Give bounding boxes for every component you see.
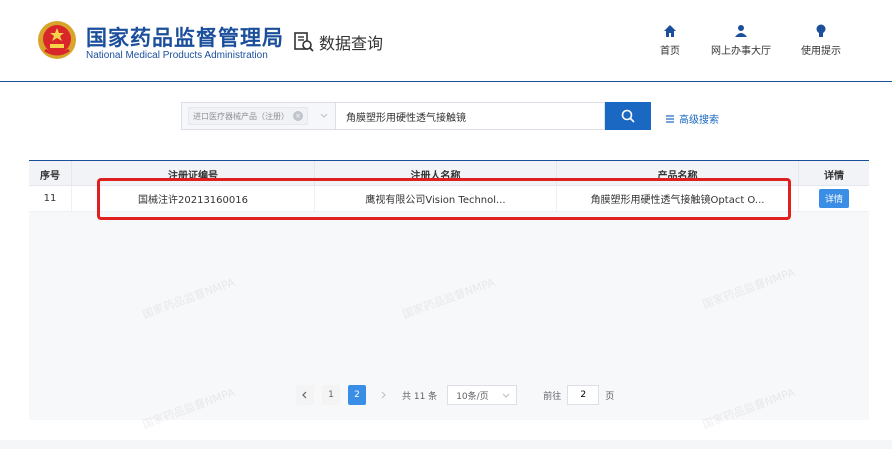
- page-size-select[interactable]: 10条/页: [447, 385, 518, 405]
- search-bar: 进口医疗器械产品（注册） ×: [181, 102, 651, 130]
- nav-home-label: 首页: [660, 46, 680, 57]
- total-count: 共 11 条: [402, 391, 438, 402]
- pagination: 1 2 共 11 条 10条/页 前往 页: [296, 385, 614, 405]
- results-table: 序号 注册证编号 注册人名称 产品名称 详情 11 国械注许2021316001…: [29, 160, 869, 420]
- cell-registrant: 鹰视有限公司Vision Technol...: [315, 186, 557, 211]
- document-search-icon: [294, 32, 314, 52]
- brand-title-en: National Medical Products Administration: [86, 50, 268, 61]
- header-registrant: 注册人名称: [315, 161, 557, 186]
- nav-online-hall-label: 网上办事大厅: [711, 46, 771, 57]
- cell-detail: 详情: [799, 186, 869, 211]
- nav-home[interactable]: 首页: [660, 24, 680, 57]
- header-detail: 详情: [824, 171, 844, 182]
- goto-page-input[interactable]: [567, 385, 600, 405]
- bulb-icon: [816, 24, 826, 37]
- chevron-left-icon: [302, 391, 307, 399]
- cell-index: 11: [29, 186, 72, 211]
- category-select[interactable]: 进口医疗器械产品（注册） ×: [181, 102, 335, 130]
- nav-online-hall[interactable]: 网上办事大厅: [711, 24, 771, 57]
- page-suffix: 页: [605, 391, 615, 402]
- category-tag-label: 进口医疗器械产品（注册）: [193, 111, 289, 121]
- header-index: 序号: [29, 161, 72, 186]
- tag-close-icon[interactable]: ×: [293, 111, 303, 121]
- prev-page-button[interactable]: [296, 385, 314, 405]
- page-button-1[interactable]: 1: [322, 385, 340, 405]
- table-row: 11 国械注许20213160016 鹰视有限公司Vision Technol.…: [29, 186, 869, 212]
- chevron-down-icon: [320, 113, 328, 118]
- header-product: 产品名称: [557, 161, 799, 186]
- cell-reg-no: 国械注许20213160016: [72, 186, 315, 211]
- data-query-label: 数据查询: [319, 34, 384, 53]
- keyword-input[interactable]: [335, 102, 605, 130]
- page-size-value: 10条/页: [456, 391, 489, 402]
- page-button-2[interactable]: 2: [348, 385, 366, 405]
- footer-divider: [0, 440, 892, 449]
- chevron-down-icon: [502, 393, 510, 398]
- next-page-button[interactable]: [374, 385, 392, 405]
- data-query-title: 数据查询: [293, 30, 383, 54]
- chevron-right-icon: [381, 391, 386, 399]
- nav-usage-tips-label: 使用提示: [801, 46, 841, 57]
- header-reg-no: 注册证编号: [72, 161, 315, 186]
- advanced-search-link[interactable]: 高级搜索: [665, 111, 719, 126]
- national-emblem-icon: [38, 21, 76, 59]
- nav-usage-tips[interactable]: 使用提示: [801, 24, 841, 57]
- detail-button[interactable]: 详情: [818, 189, 849, 208]
- category-tag: 进口医疗器械产品（注册） ×: [188, 107, 308, 125]
- cell-product: 角膜塑形用硬性透气接触镜Optact O...: [557, 186, 799, 211]
- home-icon: [664, 25, 676, 37]
- user-icon: [735, 25, 747, 37]
- brand-title-cn: 国家药品监督管理局: [86, 26, 284, 50]
- advanced-search-label: 高级搜索: [679, 115, 719, 126]
- search-icon: [621, 109, 635, 123]
- goto-label: 前往: [543, 391, 562, 402]
- filter-icon: [666, 114, 674, 123]
- site-header: 国家药品监督管理局 National Medical Products Admi…: [0, 0, 892, 82]
- table-header: 序号 注册证编号 注册人名称 产品名称 详情: [29, 160, 869, 186]
- search-button[interactable]: [605, 102, 651, 130]
